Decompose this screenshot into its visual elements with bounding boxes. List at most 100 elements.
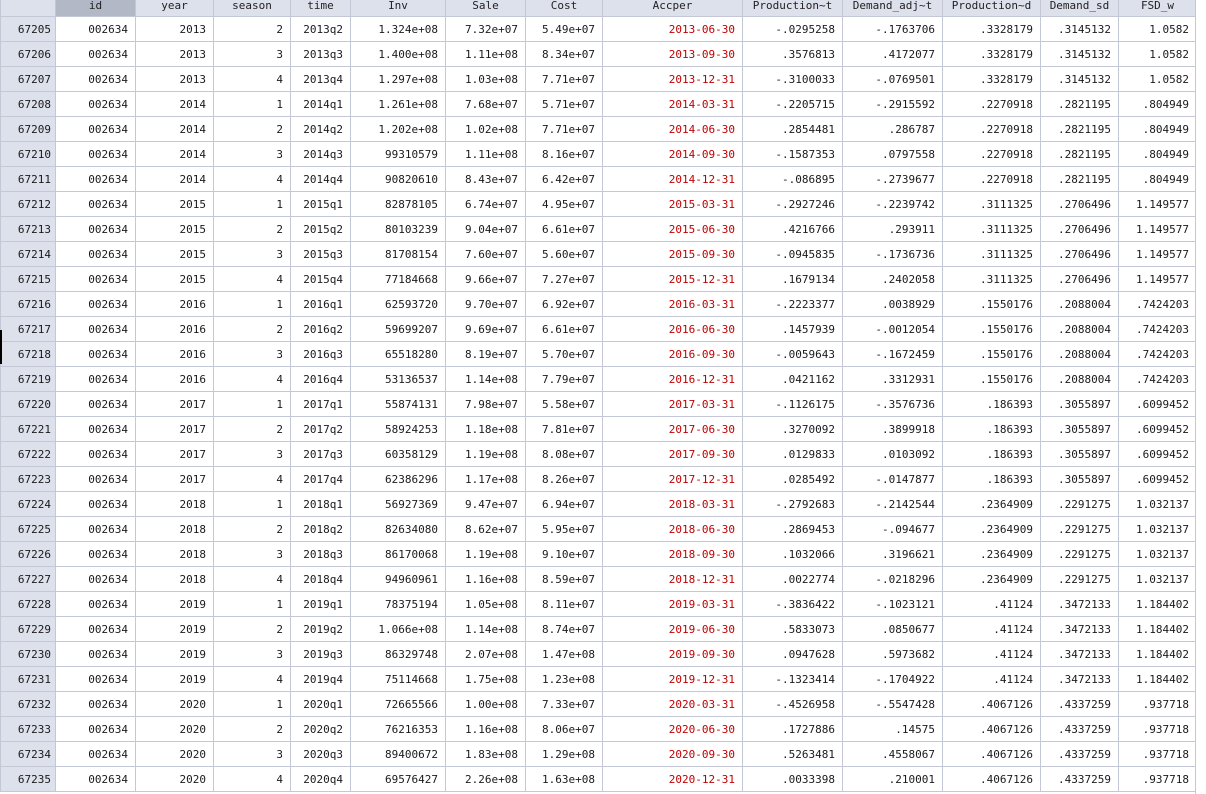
row-number[interactable]: 67219 (0, 366, 56, 392)
cell-demand-sd[interactable]: .2291275 (1040, 516, 1119, 542)
cell-inv[interactable]: 55874131 (350, 391, 446, 417)
cell-production-t[interactable]: -.2792683 (742, 491, 843, 517)
cell-time[interactable]: 2018q3 (290, 541, 351, 567)
row-number[interactable]: 67210 (0, 141, 56, 167)
cell-sale[interactable]: 1.75e+08 (445, 666, 526, 692)
cell-accper[interactable]: 2018-03-31 (602, 491, 743, 517)
cell-season[interactable]: 3 (213, 241, 291, 267)
cell-production-d[interactable]: .2364909 (942, 516, 1041, 542)
cell-accper[interactable]: 2015-12-31 (602, 266, 743, 292)
cell-accper[interactable]: 2015-03-31 (602, 191, 743, 217)
cell-production-d[interactable]: .2270918 (942, 166, 1041, 192)
cell-sale[interactable]: 1.16e+08 (445, 566, 526, 592)
cell-sale[interactable]: 8.62e+07 (445, 516, 526, 542)
cell-production-t[interactable]: -.4526958 (742, 691, 843, 717)
cell-production-d[interactable]: .3328179 (942, 66, 1041, 92)
cell-season[interactable]: 4 (213, 766, 291, 792)
cell-time[interactable]: 2015q4 (290, 266, 351, 292)
cell-demand-sd[interactable]: .2706496 (1040, 241, 1119, 267)
cell-production-d[interactable]: .4067126 (942, 766, 1041, 792)
cell-accper[interactable]: 2016-06-30 (602, 316, 743, 342)
cell-demand-sd[interactable]: .3145132 (1040, 41, 1119, 67)
cell-demand-adj-t[interactable]: .0103092 (842, 441, 943, 467)
cell-season[interactable]: 4 (213, 166, 291, 192)
cell-fsd-w[interactable]: 1.149577 (1118, 216, 1197, 242)
cell-fsd-w[interactable]: .804949 (1118, 91, 1197, 117)
row-number[interactable]: 67211 (0, 166, 56, 192)
cell-accper[interactable]: 2014-06-30 (602, 116, 743, 142)
cell-demand-sd[interactable]: .2088004 (1040, 316, 1119, 342)
cell-accper[interactable]: 2015-06-30 (602, 216, 743, 242)
row-number[interactable]: 67218 (0, 341, 56, 367)
cell-time[interactable]: 2016q2 (290, 316, 351, 342)
cell-demand-sd[interactable]: .2291275 (1040, 491, 1119, 517)
cell-production-d[interactable]: .3111325 (942, 241, 1041, 267)
cell-production-t[interactable]: -.3836422 (742, 591, 843, 617)
cell-time[interactable]: 2015q2 (290, 216, 351, 242)
cell-demand-adj-t[interactable]: -.0218296 (842, 566, 943, 592)
cell-sale[interactable]: 7.32e+07 (445, 16, 526, 42)
cell-year[interactable]: 2019 (135, 591, 214, 617)
row-number[interactable]: 67233 (0, 716, 56, 742)
cell-production-t[interactable]: -.2927246 (742, 191, 843, 217)
cell-season[interactable]: 1 (213, 291, 291, 317)
cell-season[interactable]: 4 (213, 366, 291, 392)
cell-demand-sd[interactable]: .4337259 (1040, 741, 1119, 767)
cell-id[interactable]: 002634 (55, 441, 136, 467)
cell-inv[interactable]: 53136537 (350, 366, 446, 392)
cell-cost[interactable]: 5.49e+07 (525, 16, 603, 42)
column-header-production-d[interactable]: Production~d (942, 0, 1041, 17)
cell-inv[interactable]: 89400672 (350, 741, 446, 767)
column-header-production-t[interactable]: Production~t (742, 0, 843, 17)
cell-sale[interactable]: 1.11e+08 (445, 141, 526, 167)
cell-cost[interactable]: 8.08e+07 (525, 441, 603, 467)
cell-production-d[interactable]: .2364909 (942, 491, 1041, 517)
cell-id[interactable]: 002634 (55, 41, 136, 67)
cell-production-d[interactable]: .4067126 (942, 741, 1041, 767)
cell-cost[interactable]: 8.74e+07 (525, 616, 603, 642)
cell-id[interactable]: 002634 (55, 166, 136, 192)
cell-production-d[interactable]: .3111325 (942, 266, 1041, 292)
column-header-fsd-w[interactable]: FSD_w (1118, 0, 1197, 17)
cell-year[interactable]: 2017 (135, 466, 214, 492)
cell-time[interactable]: 2020q1 (290, 691, 351, 717)
cell-demand-adj-t[interactable]: -.094677 (842, 516, 943, 542)
cell-time[interactable]: 2016q1 (290, 291, 351, 317)
cell-fsd-w[interactable]: 1.032137 (1118, 516, 1197, 542)
cell-production-d[interactable]: .186393 (942, 441, 1041, 467)
cell-accper[interactable]: 2013-09-30 (602, 41, 743, 67)
cell-accper[interactable]: 2020-03-31 (602, 691, 743, 717)
cell-production-d[interactable]: .186393 (942, 416, 1041, 442)
cell-season[interactable]: 1 (213, 491, 291, 517)
cell-id[interactable]: 002634 (55, 416, 136, 442)
cell-time[interactable]: 2020q2 (290, 716, 351, 742)
cell-sale[interactable]: 9.70e+07 (445, 291, 526, 317)
cell-cost[interactable]: 7.71e+07 (525, 116, 603, 142)
cell-sale[interactable]: 8.43e+07 (445, 166, 526, 192)
cell-id[interactable]: 002634 (55, 491, 136, 517)
cell-accper[interactable]: 2017-03-31 (602, 391, 743, 417)
cell-accper[interactable]: 2018-12-31 (602, 566, 743, 592)
cell-fsd-w[interactable]: 1.032137 (1118, 541, 1197, 567)
cell-production-d[interactable]: .41124 (942, 591, 1041, 617)
cell-fsd-w[interactable]: .937718 (1118, 716, 1197, 742)
cell-inv[interactable]: 58924253 (350, 416, 446, 442)
cell-production-d[interactable]: .4067126 (942, 691, 1041, 717)
cell-season[interactable]: 2 (213, 116, 291, 142)
cell-season[interactable]: 3 (213, 741, 291, 767)
cell-production-t[interactable]: -.0945835 (742, 241, 843, 267)
cell-fsd-w[interactable]: .6099452 (1118, 391, 1197, 417)
cell-sale[interactable]: 1.19e+08 (445, 441, 526, 467)
cell-production-d[interactable]: .41124 (942, 641, 1041, 667)
cell-sale[interactable]: 1.83e+08 (445, 741, 526, 767)
cell-season[interactable]: 3 (213, 41, 291, 67)
cell-sale[interactable]: 2.26e+08 (445, 766, 526, 792)
cell-production-t[interactable]: -.0295258 (742, 16, 843, 42)
cell-fsd-w[interactable]: 1.184402 (1118, 641, 1197, 667)
row-number[interactable]: 67230 (0, 641, 56, 667)
cell-id[interactable]: 002634 (55, 366, 136, 392)
cell-time[interactable]: 2017q2 (290, 416, 351, 442)
cell-cost[interactable]: 8.06e+07 (525, 716, 603, 742)
cell-sale[interactable]: 1.16e+08 (445, 716, 526, 742)
cell-demand-sd[interactable]: .2706496 (1040, 191, 1119, 217)
